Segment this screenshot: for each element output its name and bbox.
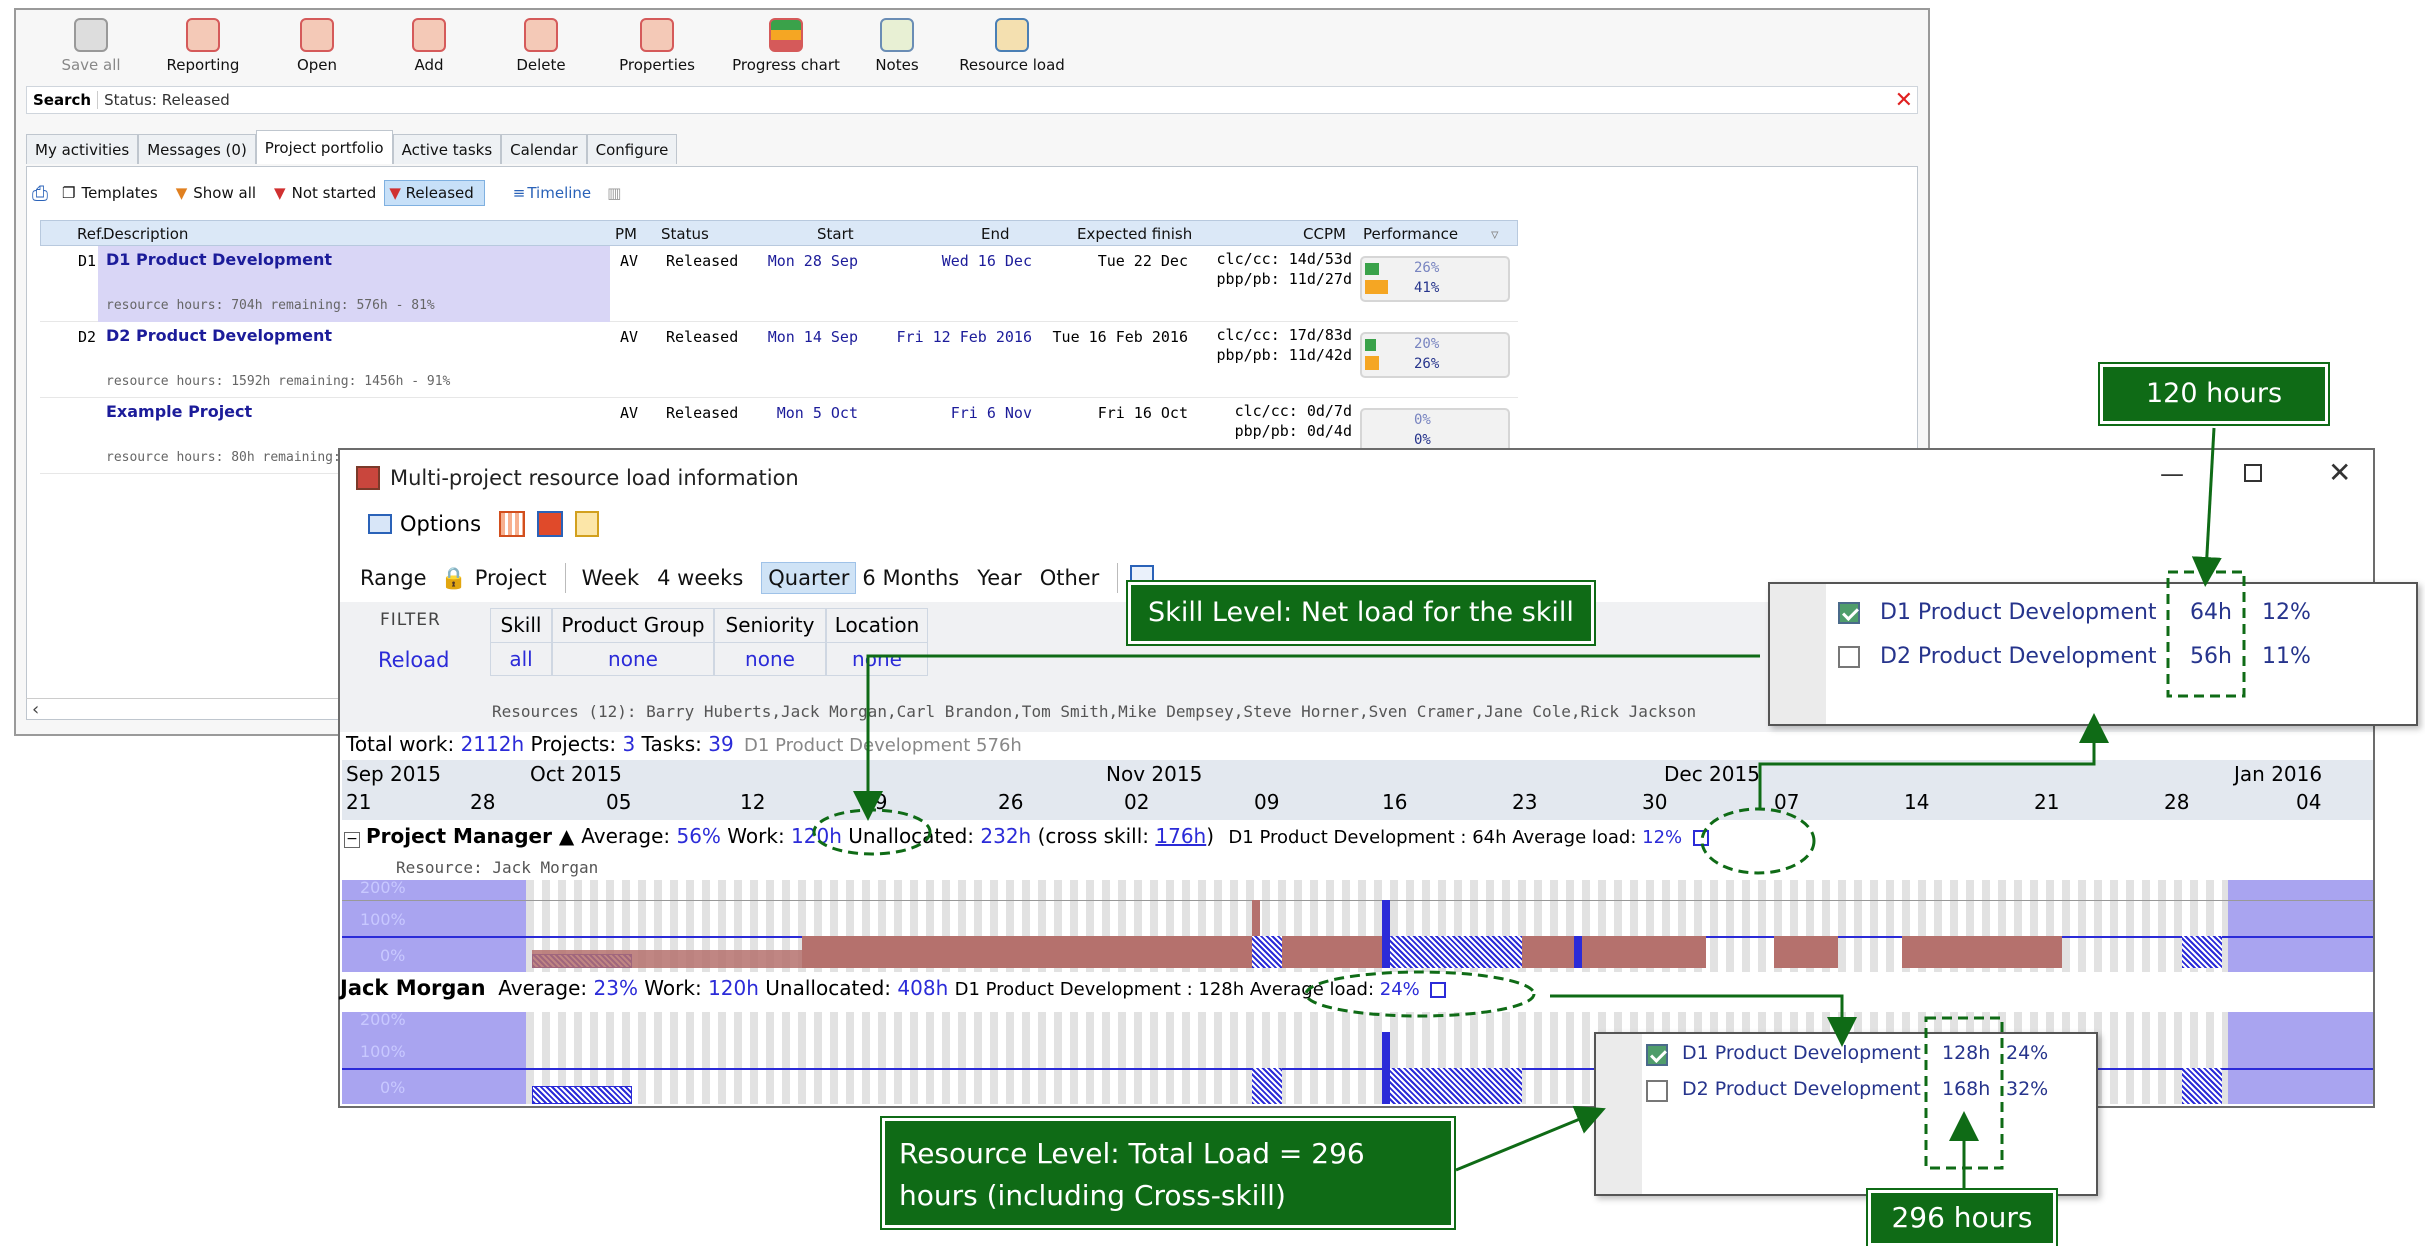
highlight-popup-hours-top xyxy=(2166,570,2246,698)
arrow-skill-level xyxy=(853,654,1760,821)
arrow-to-popup-bottom xyxy=(1550,994,1857,1047)
highlight-avg-load-24 xyxy=(1304,970,1536,1018)
annotation-overlay xyxy=(812,427,2246,1190)
highlight-work-120h xyxy=(812,808,932,856)
arrow-to-popup-top xyxy=(1758,713,2109,808)
highlight-avg-load-12 xyxy=(1700,807,1816,875)
arrow-resource-level xyxy=(1455,1105,1606,1172)
arrow-120-hours xyxy=(2191,427,2222,587)
